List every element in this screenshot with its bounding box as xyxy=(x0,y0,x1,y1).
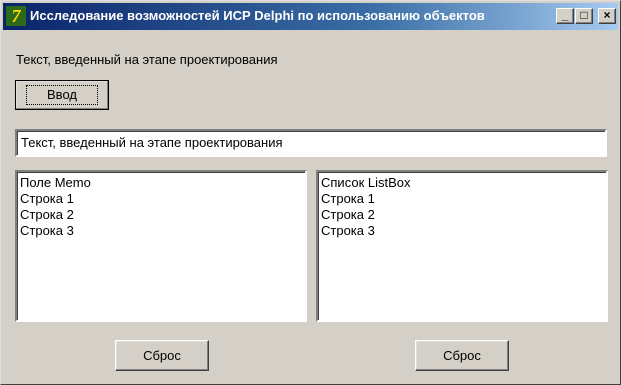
text-edit-field[interactable]: Текст, введенный на этапе проектирования xyxy=(15,129,607,157)
title-bar[interactable]: 7 Исследование возможностей ИСР Delphi п… xyxy=(3,3,618,30)
design-time-label: Текст, введенный на этапе проектирования xyxy=(16,52,278,67)
delphi-app-icon[interactable]: 7 xyxy=(6,6,26,26)
enter-button-label: Ввод xyxy=(26,85,98,105)
memo-line: Строка 2 xyxy=(20,207,74,222)
main-window: 7 Исследование возможностей ИСР Delphi п… xyxy=(0,0,621,385)
listbox-reset-button[interactable]: Сброс xyxy=(415,340,509,371)
list-item[interactable]: Строка 1 xyxy=(321,191,603,207)
list-item[interactable]: Строка 3 xyxy=(321,223,603,239)
memo-field[interactable]: Поле Memo Строка 1 Строка 2 Строка 3 xyxy=(15,170,307,322)
close-button[interactable]: × xyxy=(598,8,616,24)
list-item[interactable]: Строка 2 xyxy=(321,207,603,223)
memo-line: Строка 3 xyxy=(20,223,74,238)
maximize-button[interactable]: □ xyxy=(575,8,593,24)
list-item[interactable]: Список ListBox xyxy=(321,175,603,191)
memo-line: Поле Memo xyxy=(20,175,91,190)
memo-reset-button[interactable]: Сброс xyxy=(115,340,209,371)
listbox[interactable]: Список ListBox Строка 1 Строка 2 Строка … xyxy=(316,170,608,322)
window-title: Исследование возможностей ИСР Delphi по … xyxy=(30,8,485,23)
memo-line: Строка 1 xyxy=(20,191,74,206)
enter-button[interactable]: Ввод xyxy=(15,80,109,110)
minimize-button[interactable]: _ xyxy=(556,8,574,24)
